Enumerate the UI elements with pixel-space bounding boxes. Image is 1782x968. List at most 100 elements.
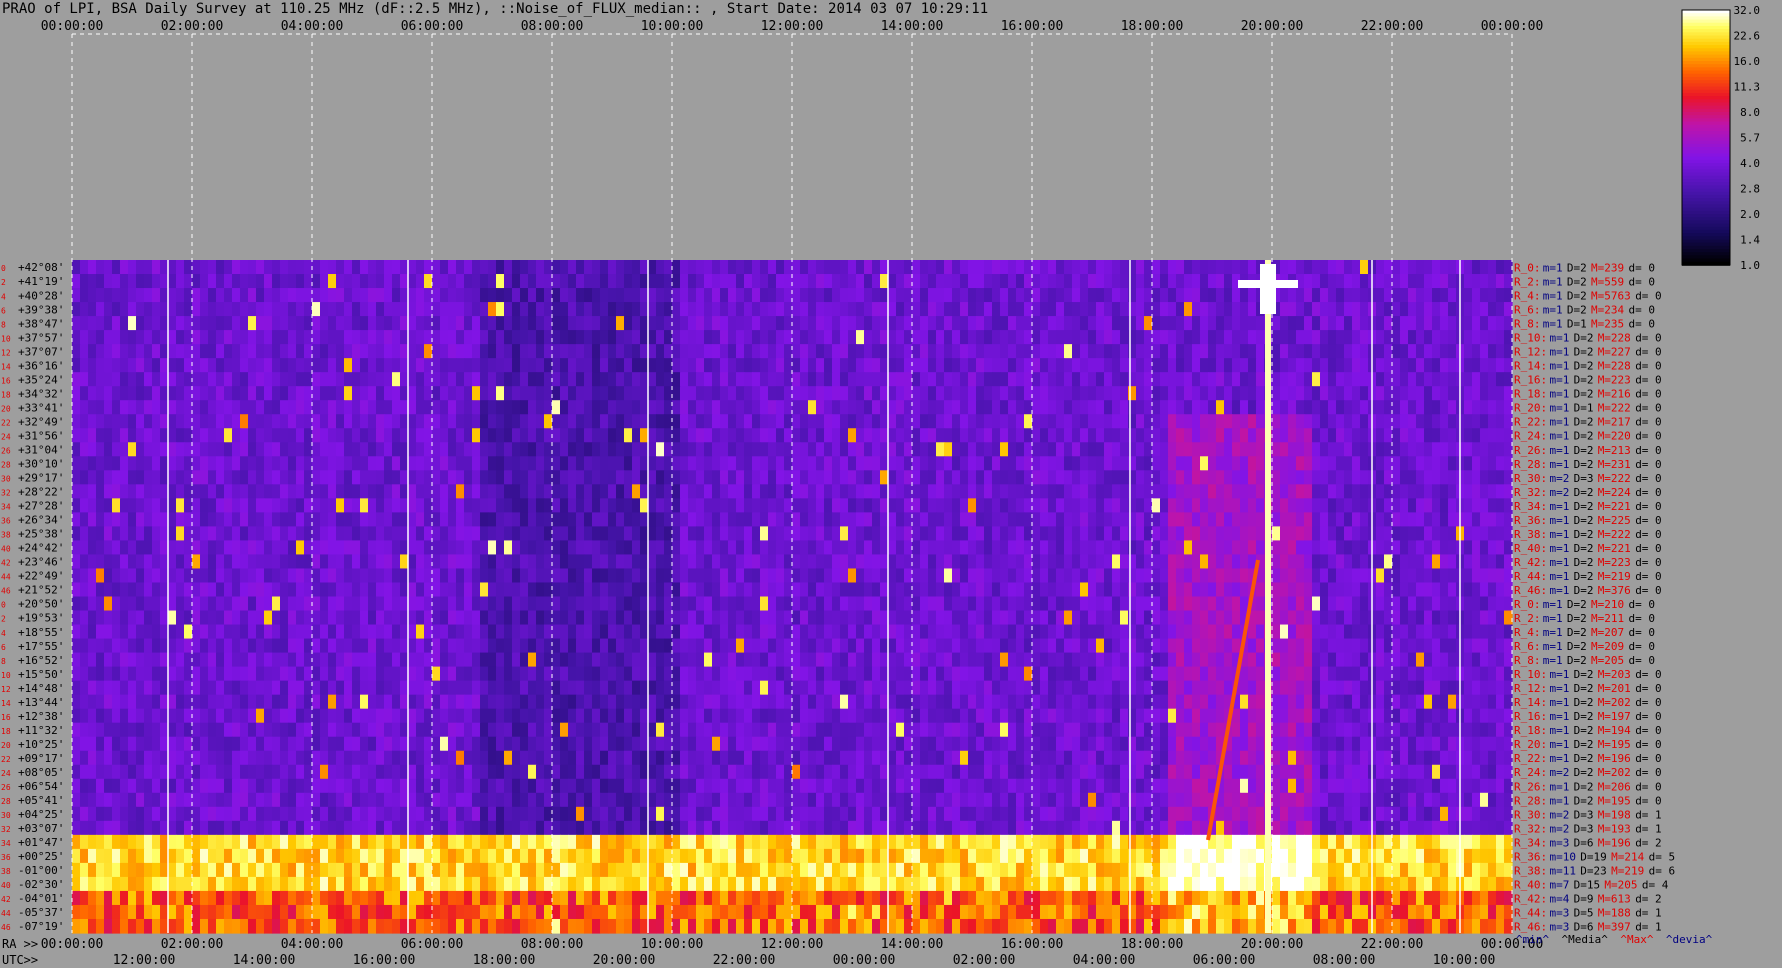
heatmap-cell [1056,428,1065,443]
heatmap-cell [1096,596,1105,612]
heatmap-cell [472,302,481,317]
heatmap-cell [944,526,953,542]
heatmap-cell [624,358,633,373]
heatmap-cell [1336,358,1345,373]
heatmap-cell [392,526,401,542]
heatmap-cell [208,274,217,289]
heatmap-cell [672,470,681,485]
heatmap-cell [1192,442,1201,457]
heatmap-cell [480,428,489,443]
heatmap-cell [912,414,921,429]
heatmap-cell [304,638,313,654]
heatmap-cell [1096,288,1105,303]
heatmap-cell [456,260,465,275]
heatmap-cell [992,456,1001,471]
heatmap-cell [1480,344,1489,359]
heatmap-cell [1352,428,1361,443]
heatmap-cell [1016,498,1025,513]
heatmap-cell [1184,330,1193,345]
heatmap-cell [120,428,129,443]
heatmap-cell [1120,442,1129,457]
heatmap-cell [1352,484,1361,499]
heatmap-cell [464,568,473,584]
heatmap-cell [1504,372,1513,387]
heatmap-cell [544,596,553,612]
heatmap-cell [1312,554,1321,570]
heatmap-cell [88,274,97,289]
heatmap-cell [304,372,313,387]
heatmap-cell [216,316,225,331]
heatmap-cell [1416,358,1425,373]
heatmap-cell [960,456,969,471]
heatmap-cell [1160,498,1169,513]
heatmap-cell [368,428,377,443]
heatmap-cell [808,274,817,289]
heatmap-cell [1048,386,1057,401]
heatmap-cell [1352,470,1361,485]
heatmap-cell [680,624,689,640]
heatmap-cell [704,400,713,415]
heatmap-cell [1120,568,1129,584]
heatmap-cell [976,428,985,443]
heatmap-cell [600,596,609,612]
heatmap-cell [608,596,617,612]
heatmap-cell [1120,610,1129,626]
heatmap-cell [152,638,161,654]
heatmap-cell [1384,568,1393,584]
heatmap-cell [1016,330,1025,345]
heatmap-cell [304,484,313,499]
heatmap-cell [256,484,265,499]
heatmap-cell [528,456,537,471]
heatmap-cell [1064,302,1073,317]
heatmap-cell [1416,610,1425,626]
heatmap-cell [512,540,521,556]
heatmap-cell [1360,274,1369,289]
heatmap-cell [1040,512,1049,527]
heatmap-cell [616,596,625,612]
heatmap-cell [896,372,905,387]
heatmap-cell [224,484,233,499]
heatmap-cell [592,442,601,457]
heatmap-cell [352,498,361,513]
heatmap-cell [1376,470,1385,485]
heatmap-cell [1312,456,1321,471]
heatmap-cell [1248,484,1257,499]
heatmap-cell [248,428,257,443]
heatmap-cell [1176,456,1185,471]
heatmap-cell [904,498,913,513]
heatmap-cell [632,638,641,654]
heatmap-cell [312,414,321,429]
heatmap-cell [256,610,265,626]
heatmap-cell [1416,302,1425,317]
heatmap-cell [824,302,833,317]
heatmap-cell [832,512,841,527]
heatmap-cell [248,442,257,457]
heatmap-cell [1000,428,1009,443]
heatmap-cell [560,638,569,654]
heatmap-cell [1328,470,1337,485]
heatmap-cell [1048,568,1057,584]
heatmap-cell [504,428,513,443]
heatmap-cell [1296,526,1305,542]
heatmap-cell [288,582,297,598]
heatmap-cell [912,316,921,331]
heatmap-cell [888,442,897,457]
heatmap-cell [1376,316,1385,331]
heatmap-cell [432,568,441,584]
heatmap-cell [1016,512,1025,527]
heatmap-cell [760,512,769,527]
heatmap-cell [648,498,657,513]
heatmap-cell [1232,596,1241,612]
heatmap-cell [984,568,993,584]
heatmap-cell [1448,442,1457,457]
heatmap-cell [96,470,105,485]
heatmap-cell [696,414,705,429]
heatmap-cell [560,512,569,527]
heatmap-cell [488,302,497,317]
heatmap-cell [352,316,361,331]
heatmap-cell [536,596,545,612]
heatmap-cell [1256,344,1265,359]
heatmap-cell [1192,540,1201,556]
heatmap-cell [728,260,737,275]
heatmap-cell [1072,274,1081,289]
